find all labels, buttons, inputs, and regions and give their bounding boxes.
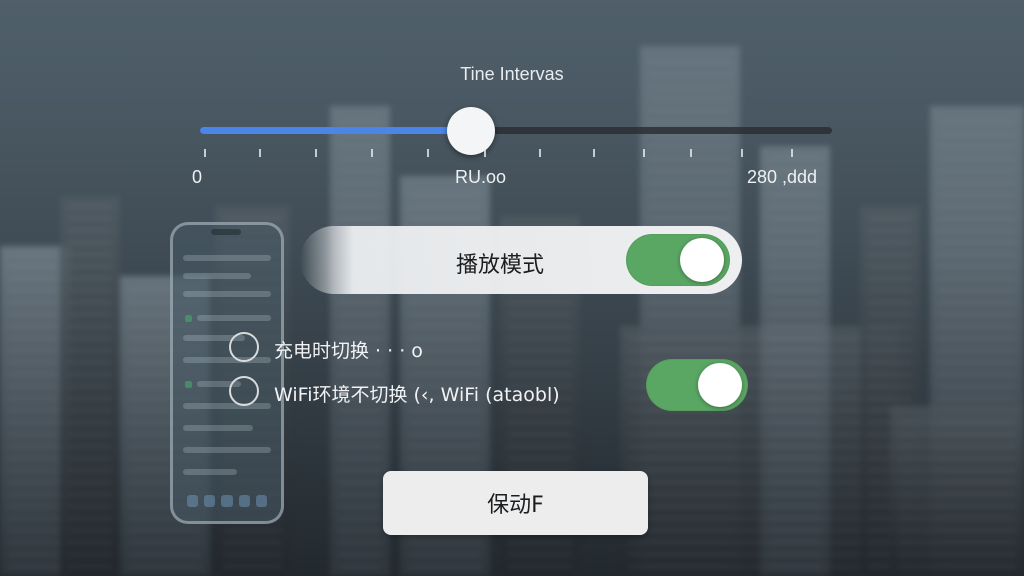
play-mode-label: 播放模式 <box>456 253 545 278</box>
slider-tick <box>204 149 206 157</box>
slider-tick <box>427 149 429 157</box>
slider-tick <box>690 149 692 157</box>
slider-min-label: 0 <box>192 167 203 187</box>
wifi-toggle[interactable] <box>646 359 748 411</box>
slider-fill <box>200 127 472 134</box>
slider-tick <box>315 149 317 157</box>
wifi-no-switch-radio[interactable] <box>229 376 259 406</box>
charging-switch-radio[interactable] <box>229 332 259 362</box>
slider-max-label: 280 ,ddd <box>747 167 818 187</box>
slider-title: Tine Intervas <box>460 64 564 84</box>
slider-tick <box>259 149 261 157</box>
play-mode-toggle[interactable] <box>626 234 730 286</box>
slider-thumb[interactable] <box>447 107 496 155</box>
slider-tick <box>484 149 486 157</box>
time-interval-slider[interactable] <box>200 107 832 155</box>
slider-tick <box>791 149 793 157</box>
slider-tick <box>741 149 743 157</box>
phone-mockup-image <box>170 222 284 524</box>
slider-tick <box>593 149 595 157</box>
slider-tick <box>371 149 373 157</box>
wifi-no-switch-label: WiFi环境不切换 (‹, WiFi (ataobl) <box>274 384 560 406</box>
slider-mid-label: RU.oo <box>455 167 507 187</box>
slider-tick <box>643 149 645 157</box>
slider-tick <box>539 149 541 157</box>
save-button[interactable]: 保动F <box>383 471 648 535</box>
charging-switch-label: 充电时切换 · · · o <box>274 340 423 362</box>
toggle-knob <box>680 238 724 282</box>
toggle-knob <box>698 363 742 407</box>
